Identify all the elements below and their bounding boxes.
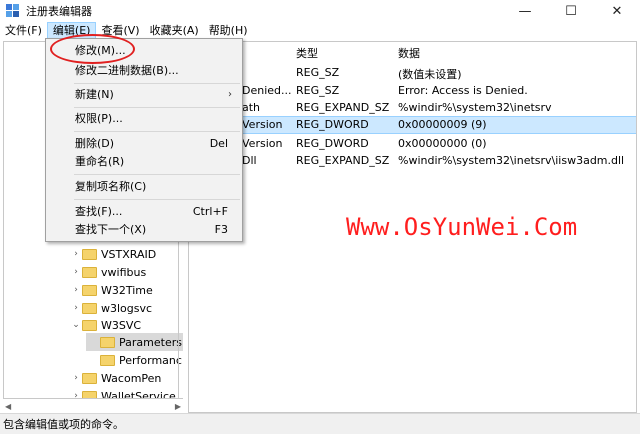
tree-item[interactable]: › vwifibus (4, 263, 183, 281)
tree-item[interactable]: › WacomPen (4, 369, 183, 387)
menu-item-find[interactable]: 查找(F)... Ctrl+F (46, 201, 242, 221)
chevron-right-icon[interactable]: › (70, 303, 82, 313)
menu-item-new[interactable]: 新建(N) › (46, 84, 242, 104)
value-name: Version (242, 137, 283, 150)
menu-item-label: 删除(D) (75, 137, 115, 150)
folder-icon (82, 266, 97, 278)
registry-editor-icon (6, 4, 20, 18)
folder-icon (100, 354, 115, 366)
submenu-arrow-icon: › (228, 88, 232, 100)
list-row-selected[interactable]: Version REG_DWORD 0x00000009 (9) (189, 116, 636, 134)
tree-item-label: WacomPen (101, 371, 162, 385)
menu-item-delete[interactable]: 删除(D) Del (46, 133, 242, 153)
tree-item-label: Performanc (119, 353, 182, 367)
menu-item-copy-key-name[interactable]: 复制项名称(C) (46, 176, 242, 196)
tree-item-label: W3SVC (101, 318, 142, 332)
menu-item-rename[interactable]: 重命名(R) (46, 151, 242, 171)
list-row[interactable]: Denied... REG_SZ Error: Access is Denied… (189, 82, 636, 100)
tree-item[interactable]: › W32Time (4, 281, 183, 299)
folder-icon (82, 248, 97, 260)
tree-item-label: Parameters (119, 335, 182, 349)
chevron-right-icon[interactable]: › (70, 249, 82, 259)
menu-item-label: 重命名(R) (75, 155, 125, 168)
folder-icon (82, 302, 97, 314)
menu-item-label: 修改二进制数据(B)... (75, 64, 179, 77)
menu-item-shortcut: Ctrl+F (192, 204, 228, 218)
menu-item-permissions[interactable]: 权限(P)... (46, 108, 242, 128)
value-data: Error: Access is Denied. (398, 84, 528, 97)
status-bar: 包含编辑值或项的命令。 (0, 413, 640, 434)
menu-item-shortcut: F3 (214, 222, 228, 236)
value-data: 0x00000000 (0) (398, 137, 487, 150)
scroll-right-icon[interactable]: ▶ (175, 402, 181, 411)
menu-item-modify[interactable]: 修改(M)... (46, 34, 242, 64)
value-data: 0x00000009 (9) (398, 118, 487, 131)
folder-icon (82, 390, 97, 398)
folder-icon (82, 372, 97, 384)
window-title: 注册表编辑器 (26, 5, 92, 18)
close-button[interactable]: ✕ (594, 0, 640, 22)
tree-item-label: vwifibus (101, 265, 147, 279)
tree-item-label: W32Time (101, 283, 153, 297)
value-data: (数值未设置) (398, 68, 462, 81)
value-name: ath (242, 101, 261, 114)
chevron-right-icon[interactable]: › (70, 285, 82, 295)
tree-item[interactable]: › VSTXRAID (4, 245, 183, 263)
menu-separator (74, 174, 240, 175)
folder-icon (100, 336, 115, 348)
minimize-button[interactable]: — (502, 0, 548, 22)
value-type: REG_EXPAND_SZ (296, 101, 390, 114)
tree-item-label: WalletService (101, 389, 176, 399)
folder-icon (82, 284, 97, 296)
value-data: %windir%\system32\inetsrv (398, 101, 552, 114)
value-type: REG_DWORD (296, 137, 369, 150)
scroll-left-icon[interactable]: ◀ (5, 402, 11, 411)
chevron-right-icon[interactable]: › (70, 391, 82, 398)
list-row[interactable]: ath REG_EXPAND_SZ %windir%\system32\inet… (189, 99, 636, 117)
column-header-type[interactable]: 类型 (296, 45, 318, 61)
column-header-data[interactable]: 数据 (398, 45, 420, 61)
menu-item-modify-binary[interactable]: 修改二进制数据(B)... (46, 60, 242, 80)
tree-item-label: VSTXRAID (101, 247, 157, 261)
value-name: Denied... (242, 84, 292, 97)
chevron-right-icon[interactable]: › (70, 267, 82, 277)
value-type: REG_DWORD (296, 118, 369, 131)
menu-item-shortcut: Del (209, 136, 228, 150)
watermark: Www.OsYunWei.Com (346, 213, 578, 241)
value-type: REG_SZ (296, 66, 340, 79)
list-row[interactable]: REG_SZ (数值未设置) (189, 64, 636, 82)
menu-item-label: 查找下一个(X) (75, 223, 147, 236)
menu-file[interactable]: 文件(F) (0, 22, 47, 40)
value-data: %windir%\system32\inetsrv\iisw3adm.dll (398, 154, 625, 167)
edit-menu-dropdown: 修改(M)... 修改二进制数据(B)... 新建(N) › 权限(P)... … (45, 34, 243, 242)
tree-item-label: w3logsvc (101, 301, 153, 315)
menu-item-label: 新建(N) (75, 88, 114, 101)
tree-item[interactable]: › WalletService (4, 387, 183, 399)
value-name: Version (242, 118, 283, 131)
chevron-down-icon[interactable]: ⌄ (70, 320, 82, 330)
menu-item-label: 权限(P)... (75, 112, 123, 125)
menu-item-label: 查找(F)... (75, 205, 123, 218)
tree-item[interactable]: Performanc (4, 351, 183, 369)
chevron-right-icon[interactable]: › (70, 373, 82, 383)
tree-horizontal-scrollbar[interactable]: ◀ ▶ (3, 399, 183, 413)
status-text: 包含编辑值或项的命令。 (3, 418, 124, 431)
tree-item-selected[interactable]: Parameters (86, 333, 183, 351)
tree-item[interactable]: ⌄ W3SVC (4, 316, 183, 334)
value-type: REG_SZ (296, 84, 340, 97)
tree-item[interactable]: › w3logsvc (4, 299, 183, 317)
list-row[interactable]: Version REG_DWORD 0x00000000 (0) (189, 135, 636, 153)
list-row[interactable]: Dll REG_EXPAND_SZ %windir%\system32\inet… (189, 152, 636, 170)
value-type: REG_EXPAND_SZ (296, 154, 390, 167)
menu-item-label: 复制项名称(C) (75, 180, 147, 193)
value-name: Dll (242, 154, 257, 167)
maximize-button[interactable]: ☐ (548, 0, 594, 22)
menu-separator (74, 131, 240, 132)
folder-open-icon (82, 319, 97, 331)
title-bar: 注册表编辑器 — ☐ ✕ (0, 0, 640, 22)
menu-separator (74, 199, 240, 200)
menu-item-find-next[interactable]: 查找下一个(X) F3 (46, 219, 242, 239)
list-header: 类型 数据 (189, 42, 636, 62)
